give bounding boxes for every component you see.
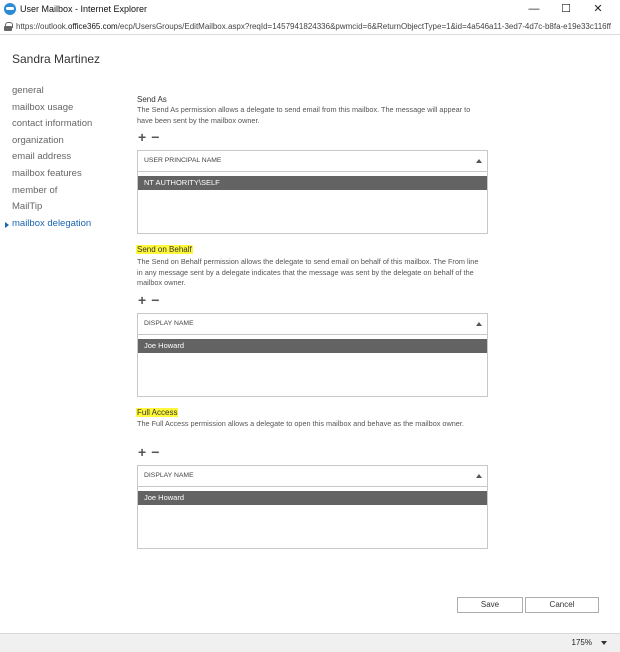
- maximize-icon[interactable]: ☐: [550, 1, 582, 17]
- add-full-access-plus-icon[interactable]: +: [138, 445, 146, 459]
- nav-item-contact-information[interactable]: contact information: [12, 116, 92, 133]
- sort-ascending-icon[interactable]: [476, 322, 482, 326]
- full-access-grid: DISPLAY NAME Joe Howard: [137, 465, 488, 549]
- nav-item-general[interactable]: general: [12, 83, 92, 100]
- highlighted-text: Full Access: [136, 408, 179, 417]
- table-row[interactable]: Joe Howard: [138, 339, 487, 353]
- send-as-grid: USER PRINCIPAL NAME NT AUTHORITY\SELF: [137, 150, 488, 234]
- window-controls: — ☐ ✕: [518, 1, 614, 17]
- nav-item-email-address[interactable]: email address: [12, 149, 92, 166]
- table-row[interactable]: Joe Howard: [138, 491, 487, 505]
- full-access-description: The Full Access permission allows a dele…: [137, 419, 464, 428]
- url-prefix: https://outlook.: [16, 21, 69, 31]
- nav-item-mailbox-delegation[interactable]: mailbox delegation: [5, 216, 92, 233]
- add-send-on-behalf-plus-icon[interactable]: +: [138, 293, 146, 307]
- nav-item-mailtip[interactable]: MailTip: [12, 199, 92, 216]
- column-header: USER PRINCIPAL NAME: [144, 157, 222, 164]
- cancel-button[interactable]: Cancel: [525, 597, 599, 613]
- send-as-description: The Send As permission allows a delegate…: [137, 105, 471, 125]
- address-bar[interactable]: https://outlook.office365.com/ecp/UsersG…: [0, 18, 620, 35]
- save-button[interactable]: Save: [457, 597, 523, 613]
- url-domain: office365.com: [68, 21, 118, 31]
- column-header: DISPLAY NAME: [144, 320, 194, 327]
- full-access-actions: + −: [138, 445, 164, 459]
- column-header: DISPLAY NAME: [144, 472, 194, 479]
- send-on-behalf-actions: + −: [138, 293, 164, 307]
- internet-explorer-icon: [4, 3, 16, 15]
- url-path: /ecp/UsersGroups/EditMailbox.aspx?reqId=…: [117, 21, 611, 31]
- nav-item-mailbox-features[interactable]: mailbox features: [12, 166, 92, 183]
- nav-item-label: mailbox delegation: [12, 217, 92, 229]
- zoom-dropdown-icon[interactable]: [601, 641, 607, 645]
- grid-header[interactable]: DISPLAY NAME: [138, 466, 487, 487]
- remove-full-access-minus-icon[interactable]: −: [151, 445, 159, 459]
- title-bar: User Mailbox - Internet Explorer — ☐ ✕: [0, 0, 620, 18]
- url-text[interactable]: https://outlook.office365.com/ecp/UsersG…: [16, 22, 616, 31]
- sort-ascending-icon[interactable]: [476, 474, 482, 478]
- nav-item-member-of[interactable]: member of: [12, 183, 92, 200]
- window-title: User Mailbox - Internet Explorer: [20, 4, 148, 14]
- table-row[interactable]: NT AUTHORITY\SELF: [138, 176, 487, 190]
- zoom-level[interactable]: 175%: [572, 638, 592, 647]
- send-as-actions: + −: [138, 130, 164, 144]
- side-nav: general mailbox usage contact informatio…: [5, 83, 92, 233]
- selected-arrow-icon: [5, 221, 9, 228]
- sort-ascending-icon[interactable]: [476, 159, 482, 163]
- page-title: Sandra Martinez: [12, 52, 101, 66]
- grid-header[interactable]: DISPLAY NAME: [138, 314, 487, 335]
- grid-header[interactable]: USER PRINCIPAL NAME: [138, 151, 487, 172]
- add-send-as-plus-icon[interactable]: +: [138, 130, 146, 144]
- send-on-behalf-title: Send on Behalf: [136, 245, 193, 254]
- remove-send-on-behalf-minus-icon[interactable]: −: [151, 293, 159, 307]
- lock-icon: [4, 21, 13, 31]
- send-on-behalf-description: The Send on Behalf permission allows the…: [137, 257, 479, 287]
- close-icon[interactable]: ✕: [582, 1, 614, 17]
- send-as-title: Send As: [137, 95, 167, 104]
- remove-send-as-minus-icon[interactable]: −: [151, 130, 159, 144]
- minimize-icon[interactable]: —: [518, 1, 550, 17]
- highlighted-text: Send on Behalf: [136, 245, 193, 254]
- status-bar: 175%: [0, 633, 620, 652]
- send-on-behalf-grid: DISPLAY NAME Joe Howard: [137, 313, 488, 397]
- full-access-title: Full Access: [136, 408, 179, 417]
- nav-item-mailbox-usage[interactable]: mailbox usage: [12, 100, 92, 117]
- nav-item-organization[interactable]: organization: [12, 133, 92, 150]
